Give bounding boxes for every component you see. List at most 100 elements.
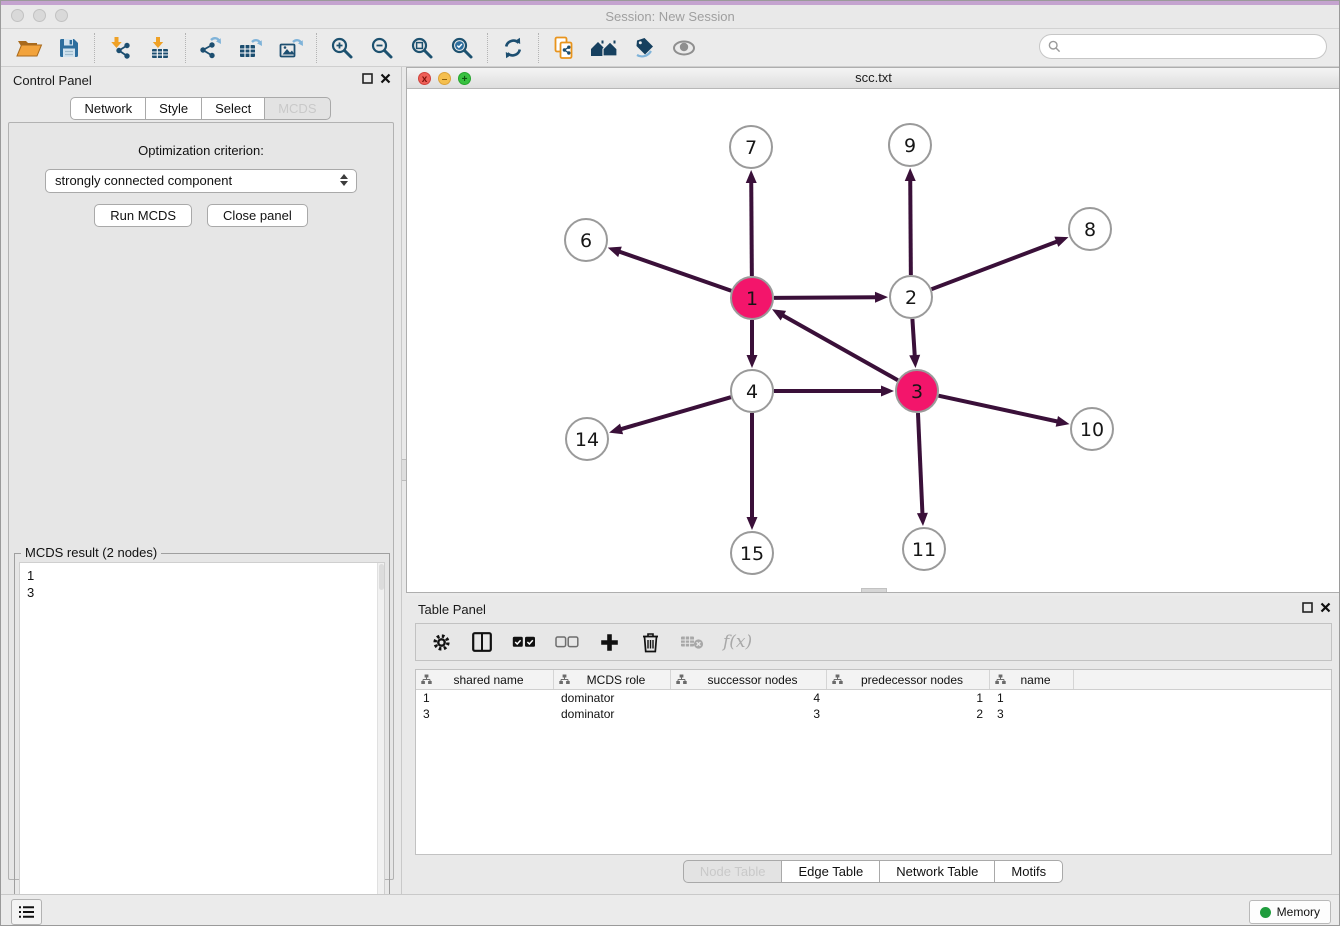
status-bar: Memory: [1, 894, 1339, 926]
export-table-icon[interactable]: [231, 32, 271, 64]
edge-1-2[interactable]: [774, 297, 878, 298]
table-panel-header: Table Panel: [406, 596, 1340, 622]
table-cell[interactable]: 1: [827, 690, 990, 706]
toolbar-separator: [185, 33, 186, 63]
mcds-result-textarea[interactable]: 13: [19, 562, 385, 924]
table-cell[interactable]: 2: [827, 706, 990, 722]
edge-arrowhead: [1056, 416, 1070, 427]
table-cell[interactable]: 3: [990, 706, 1074, 722]
import-table-icon[interactable]: [140, 32, 180, 64]
column-header-predecessor-nodes[interactable]: predecessor nodes: [827, 670, 990, 689]
table-row[interactable]: 3dominator323: [416, 706, 1331, 722]
table-tab-motifs[interactable]: Motifs: [994, 860, 1063, 883]
tab-mcds[interactable]: MCDS: [264, 97, 330, 120]
main-toolbar: [1, 29, 1339, 67]
column-type-icon: [995, 674, 1006, 685]
delete-row-icon[interactable]: [639, 630, 661, 654]
edge-arrowhead: [747, 517, 758, 530]
show-panels-button[interactable]: [11, 899, 42, 925]
column-header-name[interactable]: name: [990, 670, 1074, 689]
zoom-out-icon[interactable]: [362, 32, 402, 64]
close-panel-icon[interactable]: [380, 73, 391, 84]
node-label-6: 6: [580, 230, 592, 252]
run-mcds-button[interactable]: Run MCDS: [94, 204, 192, 227]
zoom-in-icon[interactable]: [322, 32, 362, 64]
table-cell[interactable]: 3: [671, 706, 827, 722]
horizontal-splitter-grip[interactable]: [861, 588, 887, 592]
column-type-icon: [832, 674, 843, 685]
table-cell[interactable]: 1: [416, 690, 554, 706]
close-panel-button[interactable]: Close panel: [207, 204, 308, 227]
tab-network[interactable]: Network: [70, 97, 146, 120]
add-row-icon[interactable]: [598, 630, 620, 654]
search-field[interactable]: [1039, 34, 1327, 59]
split-view-icon[interactable]: [471, 630, 493, 654]
edge-3-11[interactable]: [918, 413, 923, 516]
edge-2-8[interactable]: [932, 241, 1060, 289]
float-panel-icon[interactable]: [362, 73, 373, 84]
memory-button[interactable]: Memory: [1249, 900, 1331, 924]
column-header-shared-name[interactable]: shared name: [416, 670, 554, 689]
edge-arrowhead: [875, 292, 888, 303]
network-canvas[interactable]: 7968124314101511: [407, 89, 1340, 592]
table-tab-network-table[interactable]: Network Table: [879, 860, 995, 883]
delete-table-icon[interactable]: [680, 630, 704, 654]
table-cell[interactable]: 4: [671, 690, 827, 706]
network-zoom-button[interactable]: +: [458, 72, 471, 85]
table-tab-edge-table[interactable]: Edge Table: [781, 860, 880, 883]
column-header-MCDS-role[interactable]: MCDS role: [554, 670, 671, 689]
table-row[interactable]: 1dominator411: [416, 690, 1331, 706]
node-table[interactable]: shared nameMCDS rolesuccessor nodesprede…: [415, 669, 1332, 855]
close-table-panel-icon[interactable]: [1320, 602, 1331, 613]
result-scrollbar[interactable]: [377, 563, 384, 923]
zoom-selected-icon[interactable]: [442, 32, 482, 64]
result-line: 3: [27, 584, 384, 601]
search-input[interactable]: [1066, 39, 1326, 54]
node-label-2: 2: [905, 287, 917, 309]
edge-1-7[interactable]: [751, 180, 752, 276]
eye-icon[interactable]: [664, 32, 704, 64]
gear-icon[interactable]: [430, 630, 452, 654]
export-network-icon[interactable]: [191, 32, 231, 64]
title-bar: Session: New Session: [1, 1, 1339, 29]
edge-1-6[interactable]: [617, 251, 731, 291]
mcds-result-title: MCDS result (2 nodes): [21, 545, 161, 560]
refresh-icon[interactable]: [493, 32, 533, 64]
table-cell[interactable]: 3: [416, 706, 554, 722]
tab-select[interactable]: Select: [201, 97, 265, 120]
label-visibility-icon[interactable]: [624, 32, 664, 64]
houses-icon[interactable]: [584, 32, 624, 64]
table-cell[interactable]: dominator: [554, 706, 671, 722]
function-builder-icon[interactable]: f(x): [723, 630, 752, 654]
table-toolbar: f(x): [415, 623, 1332, 661]
edge-3-10[interactable]: [938, 396, 1059, 422]
node-label-3: 3: [911, 381, 923, 403]
optimization-criterion-label: Optimization criterion:: [9, 143, 393, 158]
network-minimize-button[interactable]: –: [438, 72, 451, 85]
edge-arrowhead: [747, 355, 758, 368]
network-from-selection-icon[interactable]: [544, 32, 584, 64]
select-all-icon[interactable]: [512, 630, 536, 654]
edge-arrowhead: [609, 424, 623, 435]
network-close-button[interactable]: x: [418, 72, 431, 85]
edge-2-9[interactable]: [910, 178, 911, 275]
edge-2-3[interactable]: [912, 319, 914, 358]
float-table-panel-icon[interactable]: [1302, 602, 1313, 613]
table-cell[interactable]: dominator: [554, 690, 671, 706]
zoom-fit-icon[interactable]: [402, 32, 442, 64]
deselect-all-icon[interactable]: [555, 630, 579, 654]
node-label-9: 9: [904, 135, 916, 157]
column-header-successor-nodes[interactable]: successor nodes: [671, 670, 827, 689]
save-icon[interactable]: [49, 32, 89, 64]
main-area: Control Panel NetworkStyleSelectMCDS Opt…: [1, 67, 1339, 894]
table-tab-node-table[interactable]: Node Table: [683, 860, 783, 883]
export-image-icon[interactable]: [271, 32, 311, 64]
open-icon[interactable]: [9, 32, 49, 64]
import-network-icon[interactable]: [100, 32, 140, 64]
criterion-select[interactable]: strongly connected component: [45, 169, 357, 193]
tab-style[interactable]: Style: [145, 97, 202, 120]
network-window-controls: x – +: [418, 72, 471, 85]
edge-4-14[interactable]: [619, 397, 731, 430]
table-cell[interactable]: 1: [990, 690, 1074, 706]
edge-3-1[interactable]: [781, 314, 898, 380]
